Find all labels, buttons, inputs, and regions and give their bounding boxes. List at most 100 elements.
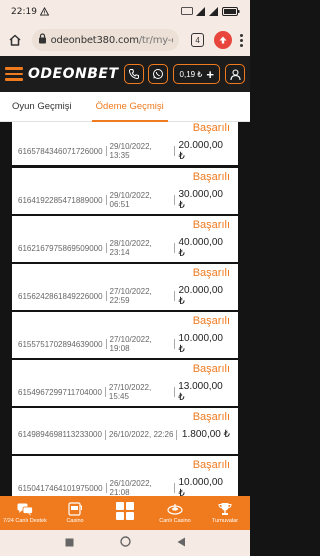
transaction-id: 6156242861849226000: [18, 291, 103, 301]
list-item[interactable]: Başarılı 6155751702894639000 27/10/2022,…: [12, 312, 238, 358]
status-label: Başarılı: [192, 411, 230, 423]
phone-button[interactable]: [123, 64, 144, 84]
divider: [105, 195, 107, 205]
grid-menu-icon: [115, 501, 135, 526]
history-tabs: Oyun Geçmişi Ödeme Geçmişi: [0, 92, 250, 122]
plus-icon: +: [206, 66, 214, 82]
transaction-id: 6164192285471889000: [18, 195, 103, 205]
transaction-date: 27/10/2022, 15:45: [108, 383, 152, 401]
divider: [176, 429, 178, 440]
transaction-id: 6162167975869509000: [18, 243, 103, 253]
nav-label: 7/24 Canlı Destek: [3, 518, 47, 524]
transaction-date: 27/10/2022, 19:08: [109, 335, 152, 353]
transaction-amount: 10.000,00 ₺: [178, 477, 223, 496]
status-label: Başarılı: [192, 122, 230, 134]
nav-label: Turnuvalar: [211, 518, 239, 524]
list-item[interactable]: Başarılı 6154967299711704000 27/10/2022,…: [12, 360, 238, 406]
browser-update-button[interactable]: [214, 31, 233, 49]
slot-machine-icon: [68, 502, 82, 516]
address-bar[interactable]: odeonbet380.com/tr/my-cas: [31, 29, 179, 51]
home-icon: [9, 34, 21, 46]
whatsapp-button[interactable]: [147, 64, 168, 84]
list-item[interactable]: Başarılı 6149894698113233000 26/10/2022,…: [12, 408, 238, 454]
transaction-date: 28/10/2022, 23:14: [109, 239, 152, 257]
transaction-id: 6149894698113233000: [18, 430, 102, 439]
signal-2-icon: [209, 6, 219, 18]
status-label: Başarılı: [192, 267, 230, 279]
tab-switcher-button[interactable]: 4: [190, 33, 205, 47]
transaction-date: 29/10/2022, 06:51: [109, 191, 152, 209]
nav-casino[interactable]: Casino: [50, 496, 100, 530]
whatsapp-icon: [152, 69, 163, 79]
battery-icon: [222, 6, 240, 18]
transaction-date: 26/10/2022, 21:08: [109, 479, 152, 496]
clock: 22:19: [11, 7, 37, 17]
transaction-amount: 30.000,00 ₺: [178, 189, 223, 211]
divider: [174, 146, 176, 156]
status-label: Başarılı: [192, 363, 230, 375]
arrow-up-icon: [219, 36, 227, 44]
status-label: Başarılı: [192, 171, 230, 183]
divider: [104, 387, 106, 397]
triangle-back-icon: [177, 537, 185, 547]
balance-amount: 0,19 ₺: [179, 69, 203, 79]
home-nav-button[interactable]: [119, 534, 131, 552]
transaction-id: 6155751702894639000: [18, 339, 103, 349]
divider: [105, 243, 107, 253]
browser-menu-button[interactable]: [240, 33, 244, 47]
chat-icon: [17, 502, 33, 516]
bottom-navigation: 7/24 Canlı Destek Casino Canlı Casino Tu…: [0, 496, 250, 530]
divider: [105, 146, 107, 156]
phone-icon: [128, 69, 139, 80]
transaction-amount: 40.000,00 ₺: [178, 237, 223, 259]
status-bar: 22:19: [0, 0, 250, 24]
tab-payment-history[interactable]: Ödeme Geçmişi: [84, 92, 176, 122]
divider: [174, 387, 176, 397]
divider: [105, 339, 107, 349]
list-item[interactable]: Başarılı 6165784346071726000 29/10/2022,…: [12, 122, 238, 165]
circle-icon: [119, 536, 131, 547]
nav-all-games[interactable]: [100, 496, 150, 530]
account-button[interactable]: [225, 64, 245, 84]
divider: [174, 291, 176, 301]
divider: [105, 291, 107, 301]
transaction-amount: 20.000,00 ₺: [178, 140, 223, 162]
list-item[interactable]: Başarılı 6162167975869509000 28/10/2022,…: [12, 216, 238, 262]
user-icon: [229, 68, 241, 80]
divider: [105, 483, 107, 493]
url-text: odeonbet380.com/tr/my-cas: [50, 34, 173, 46]
vowifi-icon: [181, 7, 193, 17]
site-logo[interactable]: ODEONBET: [28, 66, 119, 82]
transaction-amount: 20.000,00 ₺: [178, 285, 223, 307]
transaction-id: 6165784346071726000: [18, 146, 103, 156]
nav-tournaments[interactable]: Turnuvalar: [200, 496, 250, 530]
menu-icon[interactable]: [5, 67, 23, 81]
status-label: Başarılı: [192, 315, 230, 327]
list-item[interactable]: Başarılı 6156242861849226000 27/10/2022,…: [12, 264, 238, 310]
back-button[interactable]: [177, 534, 186, 552]
trophy-icon: [218, 502, 232, 516]
recents-button[interactable]: [65, 534, 74, 552]
lock-icon: [38, 31, 47, 49]
home-button[interactable]: [6, 31, 24, 49]
signal-icon: [196, 6, 206, 18]
nav-live-casino[interactable]: Canlı Casino: [150, 496, 200, 530]
divider: [174, 195, 176, 205]
balance-button[interactable]: 0,19 ₺ +: [172, 64, 220, 84]
transaction-amount: 10.000,00 ₺: [178, 333, 223, 355]
nav-label: Casino: [66, 518, 84, 524]
nav-live-support[interactable]: 7/24 Canlı Destek: [0, 496, 50, 530]
payment-history-list[interactable]: Başarılı 6165784346071726000 29/10/2022,…: [12, 122, 238, 496]
browser-toolbar: odeonbet380.com/tr/my-cas 4: [0, 24, 250, 56]
list-item[interactable]: Başarılı 6164192285471889000 29/10/2022,…: [12, 168, 238, 214]
system-navigation-bar: [0, 530, 250, 556]
list-item[interactable]: Başarılı 6150417464101975000 26/10/2022,…: [12, 456, 238, 496]
transaction-date: 26/10/2022, 22:26: [108, 430, 174, 439]
status-label: Başarılı: [192, 459, 230, 471]
square-icon: [65, 538, 73, 547]
tab-game-history[interactable]: Oyun Geçmişi: [0, 92, 84, 122]
divider: [174, 339, 176, 349]
transaction-amount: 1.800,00 ₺: [181, 429, 230, 440]
transaction-amount: 13.000,00 ₺: [178, 381, 223, 403]
nav-label: Canlı Casino: [159, 518, 191, 524]
